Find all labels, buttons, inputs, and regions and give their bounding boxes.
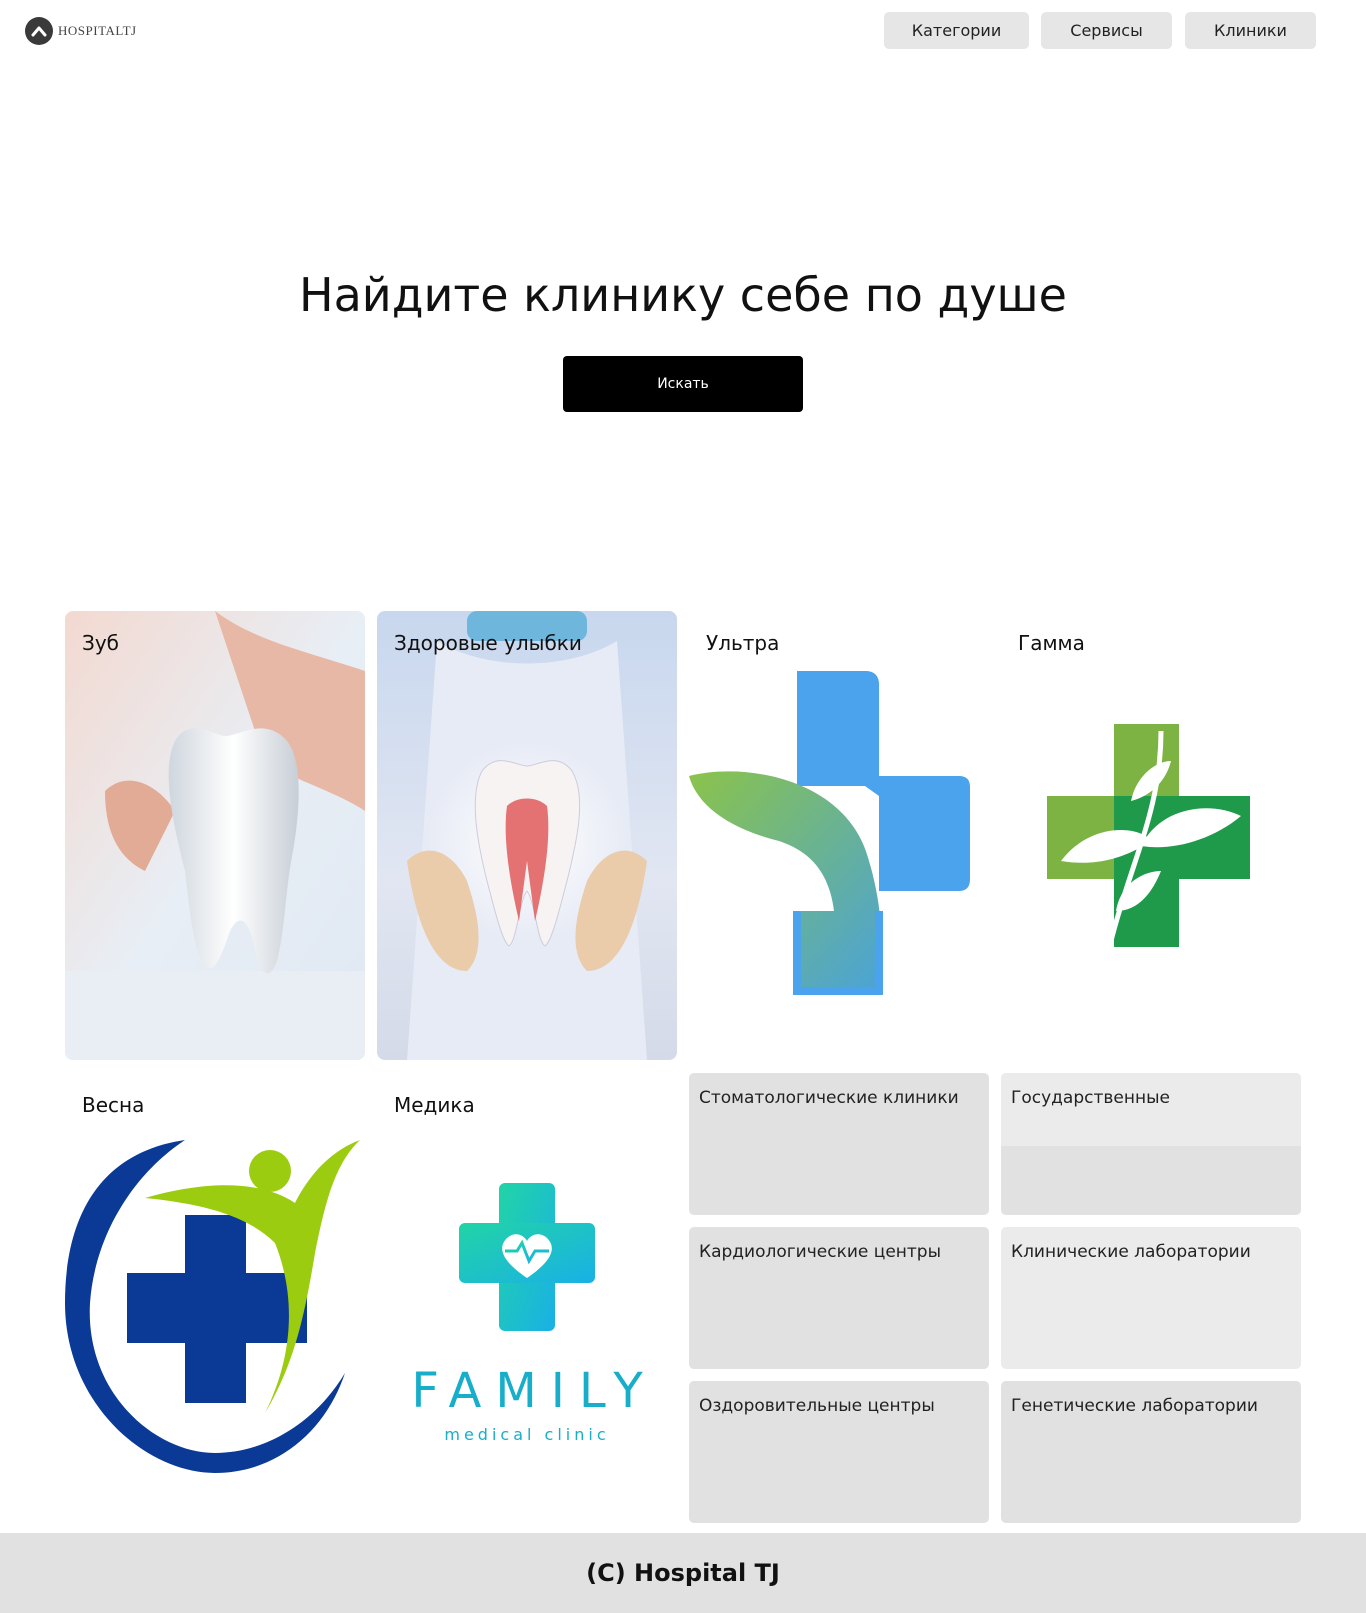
search-button[interactable]: Искать	[563, 356, 803, 412]
category-clinical-labs[interactable]: Клинические лаборатории	[1001, 1227, 1301, 1369]
category-state-clinics[interactable]: Государственные	[1001, 1073, 1301, 1215]
hero-title: Найдите клинику себе по душе	[299, 268, 1067, 322]
clinic-name: Ультра	[706, 631, 780, 655]
nav-categories-button[interactable]: Категории	[884, 12, 1029, 49]
clinic-name: Медика	[394, 1093, 475, 1117]
family-logo-subtext: medical clinic	[444, 1425, 610, 1444]
category-dental-clinics[interactable]: Стоматологические клиники	[689, 1073, 989, 1215]
nav-clinics-button[interactable]: Клиники	[1185, 12, 1316, 49]
blue-cross-leaf-logo-icon	[689, 671, 970, 995]
category-wellness-centers[interactable]: Оздоровительные центры	[689, 1381, 989, 1523]
site-header: HOSPITALTJ Категории Сервисы Клиники	[0, 0, 1366, 62]
category-label: Стоматологические клиники	[699, 1088, 959, 1108]
category-label: Генетические лаборатории	[1011, 1396, 1258, 1416]
footer-copyright: (C) Hospital TJ	[586, 1559, 780, 1587]
category-label: Кардиологические центры	[699, 1242, 942, 1262]
clinic-name: Гамма	[1018, 631, 1085, 655]
clinic-name: Зуб	[82, 631, 119, 655]
clinic-name: Здоровые улыбки	[394, 631, 582, 655]
blue-cross-figure-logo-icon	[65, 1140, 360, 1473]
category-genetic-labs[interactable]: Генетические лаборатории	[1001, 1381, 1301, 1523]
tooth-photo-icon	[65, 611, 365, 1060]
site-footer: (C) Hospital TJ	[0, 1533, 1366, 1613]
clinic-card-ultra[interactable]: Ультра	[689, 611, 989, 1060]
nav-services-button[interactable]: Сервисы	[1041, 12, 1172, 49]
clinic-card-medika[interactable]: Медика FAMILY medical clinic	[377, 1073, 677, 1522]
clinic-card-healthy-smiles[interactable]: Здоровые улыбки	[377, 611, 677, 1060]
green-cross-leaves-logo-icon	[1047, 724, 1250, 947]
category-label: Государственные	[1011, 1088, 1170, 1108]
chevron-up-icon	[25, 17, 53, 45]
category-label: Клинические лаборатории	[1011, 1242, 1251, 1262]
tooth-in-hands-photo-icon	[377, 611, 677, 1060]
clinic-card-gamma[interactable]: Гамма	[1001, 611, 1301, 1060]
category-label: Оздоровительные центры	[699, 1396, 935, 1416]
tile-highlight	[1001, 1073, 1301, 1146]
family-cross-heart-logo-icon	[459, 1183, 595, 1331]
clinic-card-vesna[interactable]: Весна	[65, 1073, 365, 1522]
family-logo-text: FAMILY	[411, 1363, 657, 1419]
site-logo[interactable]: HOSPITALTJ	[25, 17, 137, 45]
logo-text: HOSPITALTJ	[58, 23, 137, 38]
clinic-card-zub[interactable]: Зуб	[65, 611, 365, 1060]
category-cardiology-centers[interactable]: Кардиологические центры	[689, 1227, 989, 1369]
clinic-name: Весна	[82, 1093, 145, 1117]
